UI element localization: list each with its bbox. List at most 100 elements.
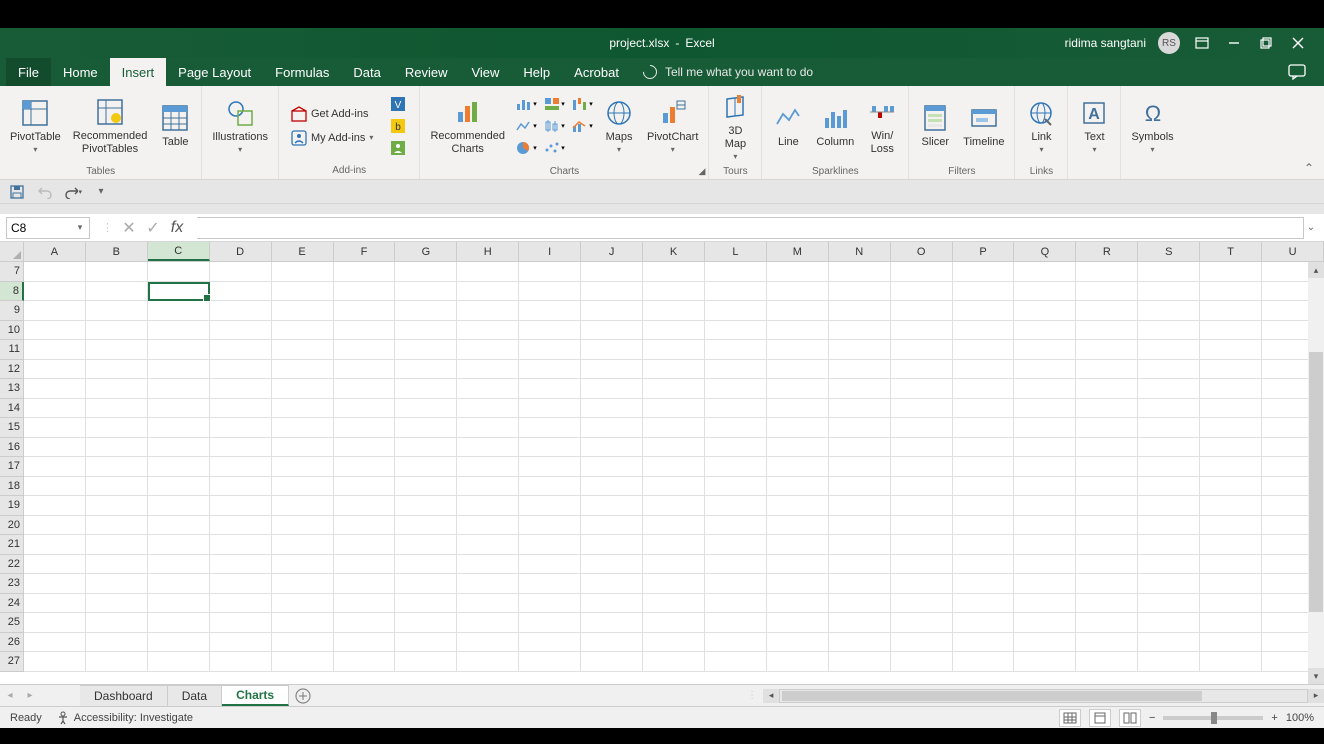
cell-D15[interactable]	[210, 418, 272, 438]
cell-C16[interactable]	[148, 438, 210, 458]
cell-F10[interactable]	[334, 321, 396, 341]
cell-T18[interactable]	[1200, 477, 1262, 497]
cell-B17[interactable]	[86, 457, 148, 477]
cell-I21[interactable]	[519, 535, 581, 555]
cell-N25[interactable]	[829, 613, 891, 633]
cell-O13[interactable]	[891, 379, 953, 399]
cell-K7[interactable]	[643, 262, 705, 282]
cell-S24[interactable]	[1138, 594, 1200, 614]
cell-C26[interactable]	[148, 633, 210, 653]
cell-N15[interactable]	[829, 418, 891, 438]
cell-B25[interactable]	[86, 613, 148, 633]
cell-O19[interactable]	[891, 496, 953, 516]
cell-N7[interactable]	[829, 262, 891, 282]
cell-K19[interactable]	[643, 496, 705, 516]
cell-E17[interactable]	[272, 457, 334, 477]
cell-H18[interactable]	[457, 477, 519, 497]
collapse-ribbon-icon[interactable]: ⌃	[1304, 161, 1314, 175]
cell-T21[interactable]	[1200, 535, 1262, 555]
cell-L25[interactable]	[705, 613, 767, 633]
cell-J8[interactable]	[581, 282, 643, 302]
cell-I20[interactable]	[519, 516, 581, 536]
tab-formulas[interactable]: Formulas	[263, 58, 341, 86]
cell-I24[interactable]	[519, 594, 581, 614]
cell-J15[interactable]	[581, 418, 643, 438]
cell-G15[interactable]	[395, 418, 457, 438]
cell-T14[interactable]	[1200, 399, 1262, 419]
cell-I8[interactable]	[519, 282, 581, 302]
cell-B9[interactable]	[86, 301, 148, 321]
cell-R12[interactable]	[1076, 360, 1138, 380]
formula-input[interactable]	[197, 217, 1304, 239]
tab-insert[interactable]: Insert	[110, 58, 167, 86]
cell-A9[interactable]	[24, 301, 86, 321]
visio-addin-icon[interactable]: V	[385, 94, 411, 114]
cell-A12[interactable]	[24, 360, 86, 380]
grid-rows[interactable]: 789101112131415161718192021222324252627	[0, 262, 1324, 684]
cell-B7[interactable]	[86, 262, 148, 282]
cell-G20[interactable]	[395, 516, 457, 536]
cell-N10[interactable]	[829, 321, 891, 341]
column-chart-icon[interactable]: ▾	[513, 94, 539, 114]
cell-T13[interactable]	[1200, 379, 1262, 399]
cell-P27[interactable]	[953, 652, 1015, 672]
cell-B20[interactable]	[86, 516, 148, 536]
cell-Q14[interactable]	[1014, 399, 1076, 419]
waterfall-chart-icon[interactable]: ▾	[569, 94, 595, 114]
column-header-I[interactable]: I	[519, 242, 581, 261]
cell-S22[interactable]	[1138, 555, 1200, 575]
cell-S19[interactable]	[1138, 496, 1200, 516]
zoom-thumb[interactable]	[1211, 712, 1217, 724]
cell-E14[interactable]	[272, 399, 334, 419]
cancel-formula-icon[interactable]: ✕	[121, 220, 137, 236]
row-header-14[interactable]: 14	[0, 399, 24, 419]
tab-review[interactable]: Review	[393, 58, 460, 86]
cell-K24[interactable]	[643, 594, 705, 614]
tab-home[interactable]: Home	[51, 58, 110, 86]
cell-F23[interactable]	[334, 574, 396, 594]
cell-E26[interactable]	[272, 633, 334, 653]
cell-A18[interactable]	[24, 477, 86, 497]
scroll-right-icon[interactable]: ▸	[1308, 689, 1324, 703]
cell-S16[interactable]	[1138, 438, 1200, 458]
row-header-25[interactable]: 25	[0, 613, 24, 633]
cell-O15[interactable]	[891, 418, 953, 438]
cell-B14[interactable]	[86, 399, 148, 419]
cell-B15[interactable]	[86, 418, 148, 438]
cell-H16[interactable]	[457, 438, 519, 458]
cell-I18[interactable]	[519, 477, 581, 497]
cell-P12[interactable]	[953, 360, 1015, 380]
cell-Q22[interactable]	[1014, 555, 1076, 575]
cell-D22[interactable]	[210, 555, 272, 575]
cell-G26[interactable]	[395, 633, 457, 653]
cell-S9[interactable]	[1138, 301, 1200, 321]
cell-H12[interactable]	[457, 360, 519, 380]
cell-R16[interactable]	[1076, 438, 1138, 458]
cell-A19[interactable]	[24, 496, 86, 516]
bing-maps-addin-icon[interactable]: b	[385, 116, 411, 136]
cell-K17[interactable]	[643, 457, 705, 477]
row-header-18[interactable]: 18	[0, 477, 24, 497]
cell-H13[interactable]	[457, 379, 519, 399]
sheet-tab-charts[interactable]: Charts	[222, 685, 289, 706]
select-all-button[interactable]	[0, 242, 24, 261]
cell-Q27[interactable]	[1014, 652, 1076, 672]
cell-F12[interactable]	[334, 360, 396, 380]
row-header-20[interactable]: 20	[0, 516, 24, 536]
cell-N26[interactable]	[829, 633, 891, 653]
cell-T15[interactable]	[1200, 418, 1262, 438]
cell-B10[interactable]	[86, 321, 148, 341]
cell-B12[interactable]	[86, 360, 148, 380]
column-header-E[interactable]: E	[272, 242, 334, 261]
column-header-C[interactable]: C	[148, 242, 210, 261]
cell-P7[interactable]	[953, 262, 1015, 282]
enter-formula-icon[interactable]: ✓	[145, 220, 161, 236]
cell-R14[interactable]	[1076, 399, 1138, 419]
cell-L12[interactable]	[705, 360, 767, 380]
cell-S20[interactable]	[1138, 516, 1200, 536]
cell-I16[interactable]	[519, 438, 581, 458]
cell-N19[interactable]	[829, 496, 891, 516]
cell-S23[interactable]	[1138, 574, 1200, 594]
cell-E20[interactable]	[272, 516, 334, 536]
cell-R8[interactable]	[1076, 282, 1138, 302]
